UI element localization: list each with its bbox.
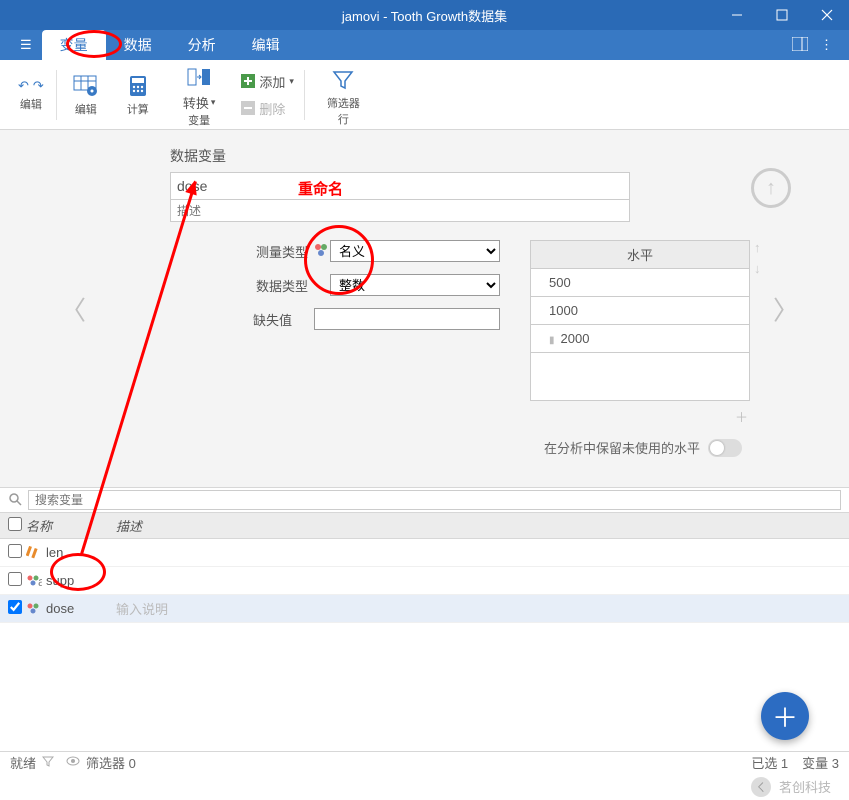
search-input[interactable]	[28, 490, 841, 510]
svg-text:a: a	[38, 574, 42, 588]
hamburger-icon[interactable]: ☰	[10, 37, 42, 53]
layout-icon[interactable]	[792, 37, 808, 54]
delete-variable-button[interactable]: 删除	[237, 97, 298, 120]
level-up-icon[interactable]: ↑	[754, 240, 761, 255]
rename-annotation: 重命名	[298, 178, 343, 199]
row-checkbox[interactable]	[8, 600, 22, 614]
menu-bar: ☰ 变量 数据 分析 编辑 ⋮	[0, 30, 849, 60]
status-variables: 变量 3	[802, 753, 839, 772]
next-variable-button[interactable]: 〉	[773, 290, 799, 327]
variable-name: supp	[46, 573, 116, 588]
watermark-icon: ㄑ	[751, 777, 771, 797]
ribbon-separator	[304, 70, 305, 120]
measure-icon	[314, 243, 328, 260]
search-bar	[0, 487, 849, 513]
measure-type-label: 测量类型	[240, 242, 308, 261]
variable-name: len	[46, 545, 116, 560]
title-bar: jamovi - Tooth Growth数据集	[0, 0, 849, 30]
redo-icon[interactable]: ↷	[33, 78, 44, 94]
ribbon-separator	[56, 70, 57, 120]
variable-name-input[interactable]	[170, 172, 630, 200]
calculator-icon	[125, 73, 151, 99]
panel-heading: 数据变量	[170, 146, 809, 166]
levels-box: 水平 500 1000 ▮2000 ＋ 在分析中保留未使用的水平	[530, 240, 750, 457]
watermark-text: 茗创科技	[779, 777, 831, 796]
row-checkbox[interactable]	[8, 544, 22, 558]
level-empty	[530, 353, 750, 401]
undo-icon[interactable]: ↶	[18, 78, 29, 94]
status-ready: 就绪	[10, 753, 36, 772]
missing-values-label: 缺失值	[240, 310, 292, 329]
level-down-icon[interactable]: ↓	[754, 261, 761, 276]
tab-variables[interactable]: 变量	[42, 30, 106, 60]
window-controls	[714, 0, 849, 30]
add-icon	[241, 74, 255, 88]
close-button[interactable]	[804, 0, 849, 30]
variable-row[interactable]: dose 输入说明	[0, 595, 849, 623]
funnel-icon[interactable]	[42, 755, 54, 770]
add-variable-button[interactable]: 添加▾	[237, 70, 298, 93]
tab-edit[interactable]: 编辑	[234, 30, 298, 60]
missing-values-input[interactable]	[314, 308, 500, 330]
status-filter: 筛选器 0	[86, 753, 136, 772]
nominal-icon	[26, 602, 46, 616]
column-name-header: 名称	[26, 516, 116, 535]
levels-header: 水平	[530, 240, 750, 269]
keep-unused-label: 在分析中保留未使用的水平	[544, 438, 700, 457]
minimize-button[interactable]	[714, 0, 759, 30]
tab-analyse[interactable]: 分析	[170, 30, 234, 60]
fab-add-button[interactable]: ＋	[761, 692, 809, 740]
measure-type-select[interactable]: 名义	[330, 240, 500, 262]
variable-row[interactable]: a supp	[0, 567, 849, 595]
status-selected: 已选 1	[751, 753, 788, 772]
nominal-text-icon: a	[26, 574, 46, 588]
variable-name: dose	[46, 601, 116, 616]
column-desc-header: 描述	[116, 516, 142, 535]
status-bar: 就绪 筛选器 0 已选 1 变量 3	[0, 751, 849, 773]
variable-row[interactable]: len	[0, 539, 849, 567]
maximize-button[interactable]	[759, 0, 804, 30]
transform-button[interactable]: 转换▾	[173, 61, 226, 112]
select-all-checkbox[interactable]	[8, 517, 22, 531]
row-checkbox[interactable]	[8, 572, 22, 586]
funnel-icon	[330, 67, 356, 93]
filter-button[interactable]: 筛选器	[317, 63, 370, 111]
continuous-icon	[26, 546, 46, 560]
ribbon-group-variable: 转换▾ 变量	[167, 60, 232, 129]
eye-icon[interactable]	[66, 755, 80, 770]
search-icon	[8, 492, 22, 509]
variable-list-header: 名称 描述	[0, 513, 849, 539]
ribbon: ↶ ↷ 编辑 编辑 计算 转换▾ 变量 添加▾ 删除 筛选器 行	[0, 60, 849, 130]
watermark: ㄑ 茗创科技	[0, 773, 849, 800]
window-title: jamovi - Tooth Growth数据集	[342, 6, 507, 25]
variable-panel: ↑ 〈 〉 数据变量 重命名 测量类型 名义 数据类型 整数 缺失值 水平 50…	[0, 130, 849, 487]
data-type-select[interactable]: 整数	[330, 274, 500, 296]
kebab-icon[interactable]: ⋮	[820, 37, 833, 54]
transform-icon	[186, 65, 212, 91]
ribbon-group-edit: ↶ ↷ 编辑	[12, 60, 50, 129]
tab-data[interactable]: 数据	[106, 30, 170, 60]
table-gear-icon	[73, 73, 99, 99]
chevron-down-icon: ▾	[211, 97, 216, 108]
arrow-up-circle-icon[interactable]: ↑	[751, 168, 791, 208]
delete-icon	[241, 101, 255, 115]
level-item[interactable]: ▮2000	[530, 325, 750, 353]
compute-button[interactable]: 计算	[115, 69, 161, 121]
setup-button[interactable]: 编辑	[63, 69, 109, 121]
ribbon-group-label: 编辑	[20, 96, 42, 112]
add-level-icon[interactable]: ＋	[735, 407, 748, 426]
level-item[interactable]: 1000	[530, 297, 750, 325]
data-type-label: 数据类型	[240, 276, 308, 295]
variable-desc-input[interactable]	[170, 200, 630, 222]
variable-desc-placeholder: 输入说明	[116, 599, 168, 618]
prev-variable-button[interactable]: 〈	[60, 290, 86, 327]
level-item[interactable]: 500	[530, 269, 750, 297]
ribbon-group-filter: 筛选器 行	[311, 60, 376, 129]
keep-unused-toggle[interactable]	[708, 439, 742, 457]
chevron-down-icon: ▾	[289, 76, 294, 87]
